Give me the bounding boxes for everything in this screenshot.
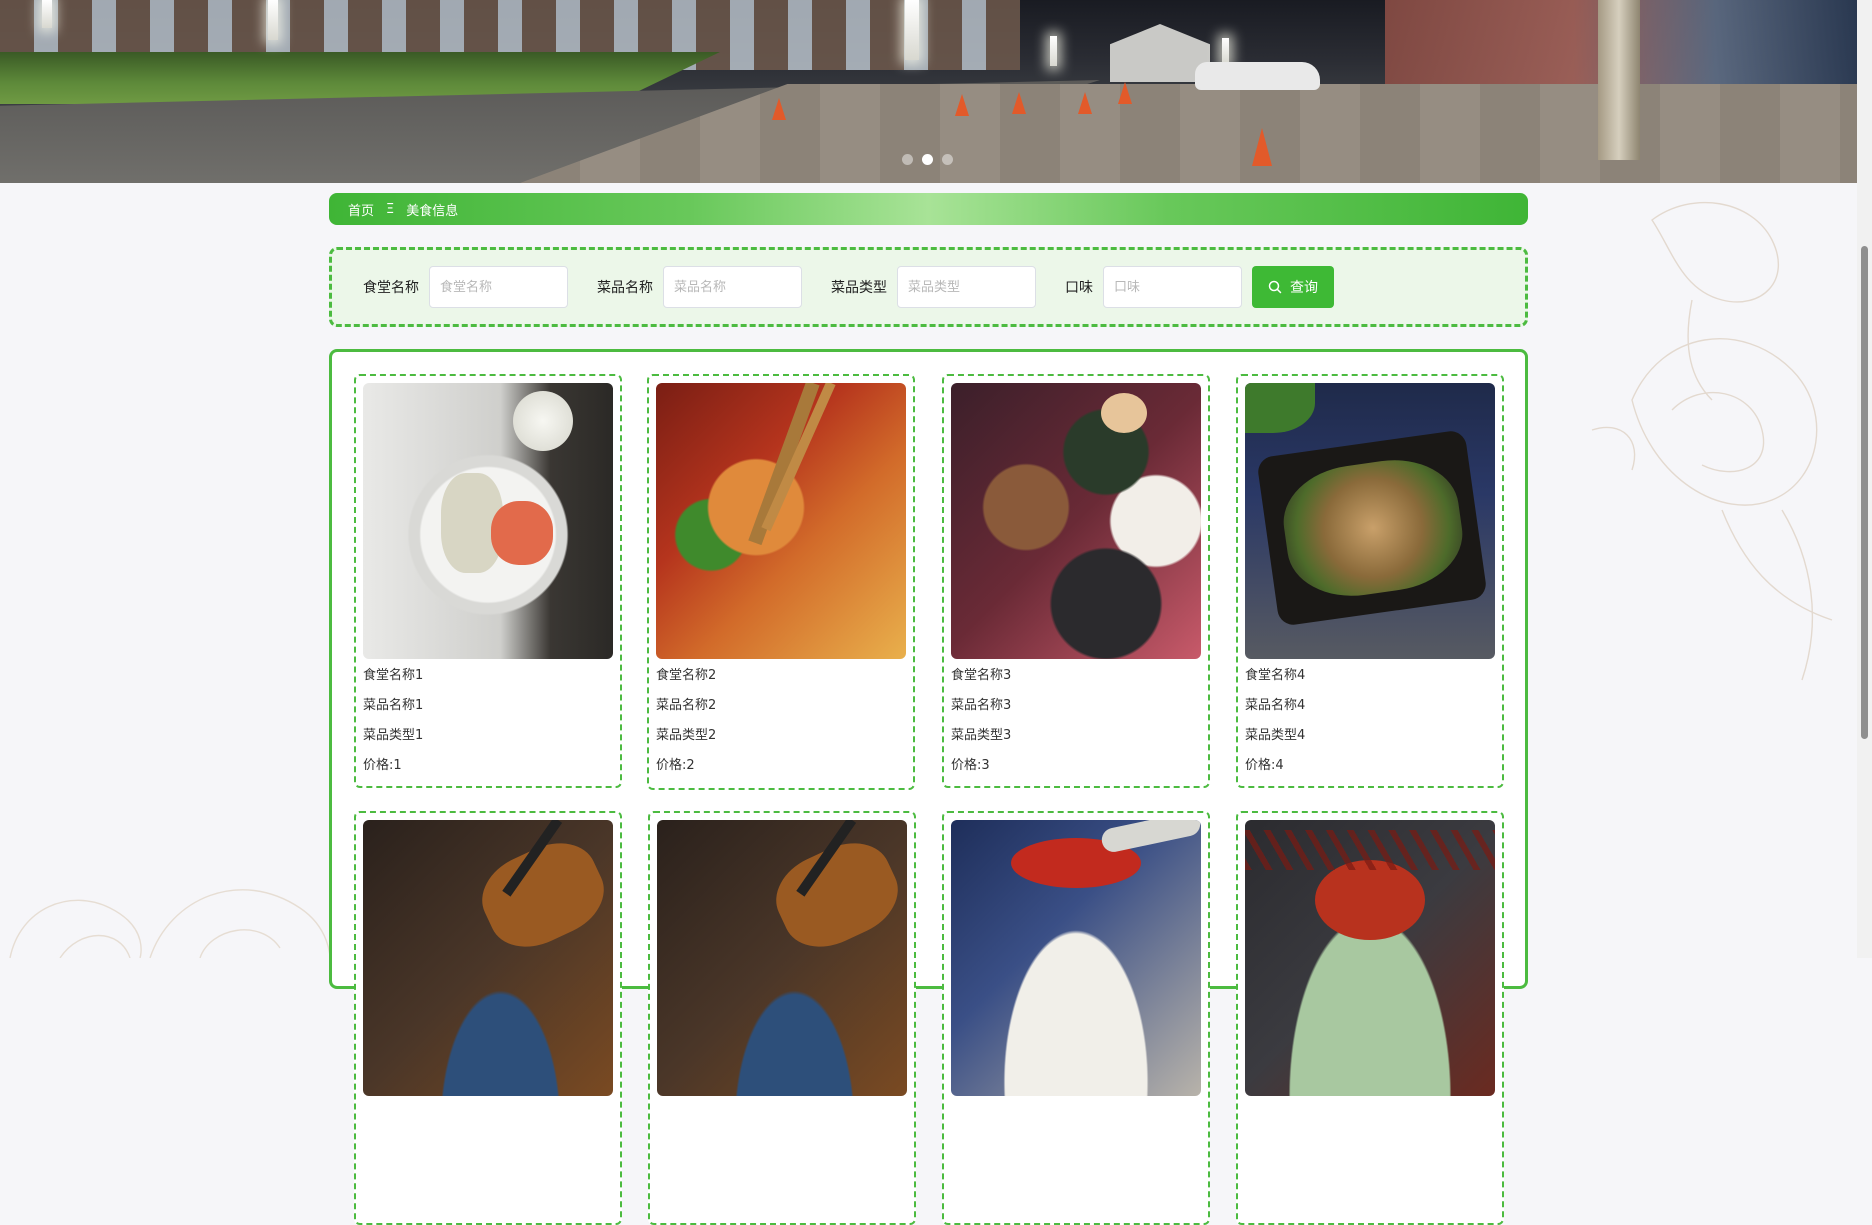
carousel-dot[interactable] [942, 154, 953, 165]
canteen-name: 食堂名称3 [951, 668, 1012, 683]
banner-lamp [42, 0, 52, 28]
food-card[interactable] [648, 811, 916, 1225]
canteen-name: 食堂名称2 [656, 668, 717, 683]
carousel-dot-active[interactable] [922, 154, 933, 165]
food-card[interactable]: 食堂名称2 菜品名称2 菜品类型2 价格:2 [647, 374, 915, 790]
taste-label: 口味 [1065, 280, 1093, 296]
dish-name-label: 菜品名称 [597, 280, 653, 296]
food-card[interactable] [354, 811, 622, 1225]
hero-banner [0, 0, 1857, 183]
page-scrollbar[interactable] [1857, 0, 1872, 958]
search-icon [1268, 280, 1282, 294]
canteen-name: 食堂名称4 [1245, 668, 1306, 683]
banner-lamp [268, 0, 278, 40]
carousel-dot[interactable] [902, 154, 913, 165]
dish-type-label: 菜品类型 [831, 280, 887, 296]
food-photo[interactable] [363, 383, 613, 659]
breadcrumb-current: 美食信息 [406, 203, 459, 219]
floral-decoration [9, 889, 331, 958]
banner-lamp [1050, 36, 1057, 66]
food-card[interactable]: 食堂名称1 菜品名称1 菜品类型1 价格:1 [354, 374, 622, 788]
food-list: 食堂名称1 菜品名称1 菜品类型1 价格:1 食堂名称2 菜品名称2 菜品类型2… [329, 349, 1528, 1225]
food-card[interactable] [942, 811, 1210, 1225]
breadcrumb-separator: Ξ [386, 201, 395, 217]
query-button-label: 查询 [1290, 280, 1318, 296]
dish-name: 菜品名称1 [363, 698, 424, 713]
food-photo[interactable] [1245, 820, 1495, 1096]
food-info: 食堂名称3 菜品名称3 菜品类型3 价格:3 [951, 661, 1201, 781]
food-info: 食堂名称1 菜品名称1 菜品类型1 价格:1 [363, 661, 613, 781]
food-card[interactable]: 食堂名称3 菜品名称3 菜品类型3 价格:3 [942, 374, 1210, 788]
dish-name: 菜品名称2 [656, 698, 717, 713]
food-photo[interactable] [363, 820, 613, 1096]
dish-type: 菜品类型2 [656, 728, 717, 743]
dish-price: 价格:1 [363, 758, 402, 773]
dish-type-input[interactable] [897, 266, 1036, 308]
food-info: 食堂名称2 菜品名称2 菜品类型2 价格:2 [656, 661, 906, 781]
dish-type: 菜品类型4 [1245, 728, 1306, 743]
dish-type: 菜品类型1 [363, 728, 424, 743]
canteen-name: 食堂名称1 [363, 668, 424, 683]
dish-price: 价格:4 [1245, 758, 1284, 773]
floral-decoration [1591, 201, 1833, 681]
canteen-name-field: 食堂名称 [363, 266, 568, 308]
banner-pillar [1598, 0, 1640, 160]
banner-lamp [905, 0, 919, 60]
food-photo[interactable] [951, 820, 1201, 1096]
banner-lamp [1222, 38, 1229, 64]
dish-type: 菜品类型3 [951, 728, 1012, 743]
breadcrumb-home-link[interactable]: 首页 [348, 200, 374, 219]
canteen-name-label: 食堂名称 [363, 280, 419, 296]
dish-name-input[interactable] [663, 266, 802, 308]
banner-car [1195, 62, 1320, 90]
dish-name: 菜品名称3 [951, 698, 1012, 713]
breadcrumb: 首页 Ξ 美食信息 [329, 193, 1528, 225]
taste-field: 口味 [1065, 266, 1242, 308]
food-photo[interactable] [951, 383, 1201, 659]
food-card[interactable] [1236, 811, 1504, 1225]
search-panel: 食堂名称 菜品名称 菜品类型 口味 查询 [329, 247, 1528, 327]
canteen-name-input[interactable] [429, 266, 568, 308]
food-photo[interactable] [657, 820, 907, 1096]
dish-name-field: 菜品名称 [597, 266, 802, 308]
food-card[interactable]: 食堂名称4 菜品名称4 菜品类型4 价格:4 [1236, 374, 1504, 788]
scrollbar-thumb[interactable] [1861, 246, 1868, 739]
taste-input[interactable] [1103, 266, 1242, 308]
query-button[interactable]: 查询 [1252, 266, 1334, 308]
food-photo[interactable] [656, 383, 906, 659]
carousel-dots [902, 154, 953, 165]
dish-price: 价格:3 [951, 758, 990, 773]
food-info: 食堂名称4 菜品名称4 菜品类型4 价格:4 [1245, 661, 1495, 781]
dish-type-field: 菜品类型 [831, 266, 1036, 308]
dish-price: 价格:2 [656, 758, 695, 773]
dish-name: 菜品名称4 [1245, 698, 1306, 713]
food-photo[interactable] [1245, 383, 1495, 659]
